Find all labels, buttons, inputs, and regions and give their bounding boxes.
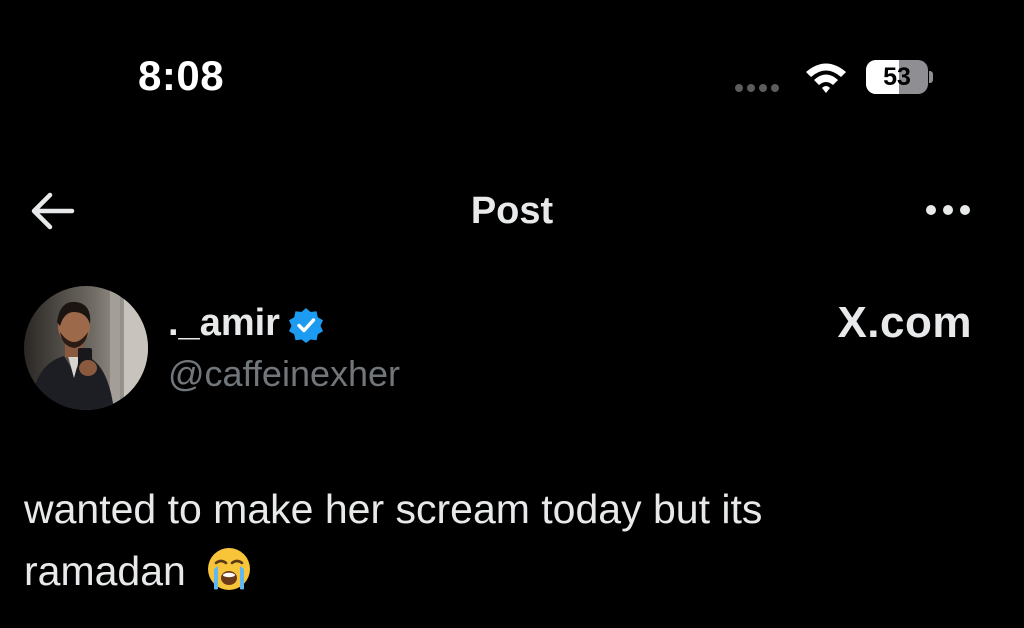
signal-dots-icon [735,84,779,92]
battery-icon: 53 [866,60,933,94]
avatar[interactable] [24,286,148,410]
display-name[interactable]: ._amir [168,300,280,346]
more-icon[interactable] [926,205,970,215]
user-handle[interactable]: @caffeinexher [168,352,400,396]
post-text-content: wanted to make her scream today but its … [24,486,763,594]
x-watermark: X.com [837,298,972,347]
verified-badge-icon [288,308,323,343]
battery-percent: 53 [883,63,911,91]
wifi-icon [806,63,846,93]
status-time: 8:08 [138,52,225,99]
author-name-row[interactable]: ._amir [168,300,324,346]
loudly-crying-face-emoji [208,548,251,590]
page-title: Post [470,190,554,232]
post-text: wanted to make her scream today but its … [24,478,924,602]
